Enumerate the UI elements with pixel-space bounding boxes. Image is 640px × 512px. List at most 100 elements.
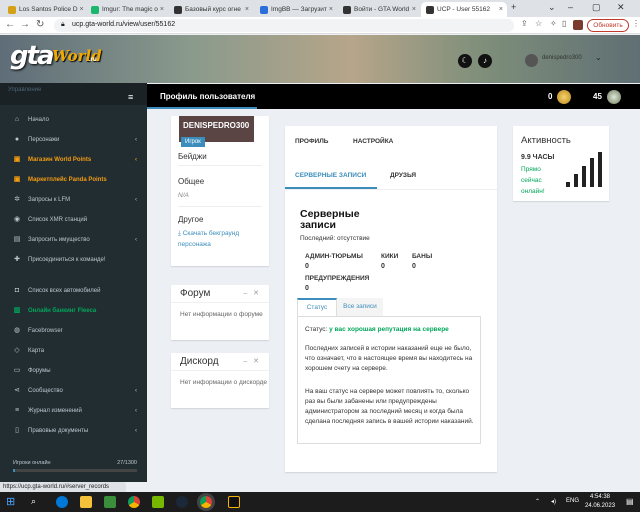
minimize-button[interactable]: – [568,2,573,12]
download-background-link[interactable]: ⤓ Скачать бекграунд персонажа [178,228,264,250]
volume-icon[interactable]: ◂) [551,498,556,505]
user-avatar[interactable] [525,54,538,67]
chrome-active-icon[interactable] [200,496,212,508]
steam-icon[interactable] [176,496,188,508]
close-window-button[interactable]: ✕ [617,2,625,13]
night-mode-icon[interactable]: ☾ [458,54,472,68]
sidebar-item[interactable]: ▭ Форумы [0,363,147,378]
notifications-icon[interactable]: ▤ [626,497,634,506]
browser-tab[interactable]: Базовый курс огне × [169,2,253,17]
tray-date[interactable]: 24.06.2023 [585,503,615,509]
sidebar-item[interactable]: ● Персонажи ‹ [0,132,147,147]
header-username[interactable]: denispedro300 [542,55,582,61]
sidebar-item[interactable]: ◘ Список всех автомобилей [0,283,147,298]
collapse-icon[interactable]: – [243,290,247,297]
tray-chevron-icon[interactable]: ⌃ [535,498,540,505]
tab-profile[interactable]: ПРОФИЛЬ [295,138,328,145]
sidebar-item-label: Список всех автомобилей [28,287,101,294]
sidepanel-icon[interactable]: ▯ [562,19,566,28]
sidebar-item[interactable]: ⌂ Начало [0,112,147,127]
notification-bell-icon[interactable]: ♪ [478,54,492,68]
windows-start-icon[interactable]: ⊞ [6,495,18,508]
panda-points-count: 45 [593,92,602,101]
players-online-bar [13,469,137,472]
sidebar-item[interactable]: ◇ Карта [0,343,147,358]
logo-suffix-text: .ru [89,57,97,63]
search-icon[interactable]: ⌕ [31,496,43,508]
tray-language[interactable]: ENG [566,498,579,504]
close-tab-icon[interactable]: × [158,6,164,13]
url-input[interactable]: 🔒︎ ucp.gta-world.ru/view/user/55162 [54,19,514,32]
close-tab-icon[interactable]: × [497,6,503,13]
close-tab-icon[interactable]: × [243,6,249,13]
logo-main-text: gta [10,41,55,71]
collapse-icon[interactable]: – [243,358,247,365]
chevron-down-icon[interactable]: ⌄ [595,53,602,62]
reload-button[interactable]: ↻ [36,19,44,30]
back-button[interactable]: ← [5,19,15,30]
tab-settings[interactable]: НАСТРОЙКА [353,138,393,145]
close-icon[interactable]: ✕ [253,358,259,365]
tab-label: ImgBB — Загрузит [271,6,327,13]
profile-avatar[interactable] [573,20,583,30]
tab-friends[interactable]: ДРУЗЬЯ [390,172,416,179]
sidebar-item[interactable]: ▥ Онлайн банкинг Fleeca [0,303,147,318]
sidebar-item-label: Журнал изменений [28,407,82,414]
badges-label: Бейджи [178,152,207,161]
world-points-coin-icon [557,90,571,104]
browser-tab[interactable]: Войти - GTA World × [338,2,420,17]
sidebar-toggle-icon[interactable]: ≡ [128,92,133,102]
subtab-all-records[interactable]: Все записи [337,298,383,316]
forward-button[interactable]: → [20,19,30,30]
close-icon[interactable]: ✕ [253,290,259,297]
sidebar-item[interactable]: ⋖ Сообщество ‹ [0,383,147,398]
browser-tab[interactable]: UCP - User 55162 × [421,2,507,17]
sidebar-item[interactable]: ◉ Список XMR станций [0,212,147,227]
sidebar-item-label: Список XMR станций [28,216,88,223]
activity-bar [598,152,602,187]
close-tab-icon[interactable]: × [327,6,333,13]
status-value: у вас хорошая репутация на сервере [329,326,449,333]
chrome-icon[interactable] [128,496,140,508]
new-tab-button[interactable]: + [511,2,516,12]
tab-server-records[interactable]: СЕРВЕРНЫЕ ЗАПИСИ [295,172,366,179]
stat-value: 0 [305,263,309,270]
user-plus-icon: ✚ [14,255,20,263]
sidebar-item[interactable]: ≡ Журнал изменений ‹ [0,403,147,418]
tab-label: Войти - GTA World [354,6,410,13]
browser-tab[interactable]: Imgur: The magic o × [86,2,168,17]
browser-tab[interactable]: Los Santos Police D × [3,2,85,17]
close-tab-icon[interactable]: × [410,6,416,13]
chevron-left-icon: ‹ [135,196,137,203]
store-icon[interactable] [104,496,116,508]
sidebar-item[interactable]: ▯ Правовые документы ‹ [0,423,147,438]
tab-search-icon[interactable]: ⌄ [548,2,556,13]
sidebar-item[interactable]: ✲ Запросы к LFM ‹ [0,192,147,207]
globe-icon: ◍ [13,326,21,334]
cart-icon: ▣ [13,175,21,183]
sidebar-item[interactable]: ✚ Присоединиться к команде! [0,252,147,267]
tab-label: Los Santos Police D [19,6,78,13]
update-button[interactable]: Обновить [587,19,629,32]
file-explorer-icon[interactable] [80,496,92,508]
sidebar-item[interactable]: ▣ Магазин World Points ‹ [0,152,147,167]
tab-favicon-icon [260,5,268,14]
rockstar-icon[interactable] [228,496,240,508]
share-icon[interactable]: ⇪ [521,19,528,28]
lock-icon: 🔒︎ [61,21,65,28]
sidebar-item[interactable]: ▤ Запросить имущество ‹ [0,232,147,247]
subtab-status[interactable]: Статус [297,298,337,316]
doc-icon: ▯ [15,426,19,434]
maximize-button[interactable]: ▢ [592,2,601,13]
tray-time[interactable]: 4:54:38 [590,494,610,500]
extensions-icon[interactable]: ✧ [550,19,557,28]
sidebar-item[interactable]: ▣ Маркетплейс Panda Points [0,172,147,187]
edge-icon[interactable] [56,496,68,508]
close-tab-icon[interactable]: × [78,6,84,13]
browser-tab[interactable]: ImgBB — Загрузит × [255,2,337,17]
menu-dots-icon[interactable]: ⋮ [632,19,640,28]
bookmark-star-icon[interactable]: ☆ [535,19,542,28]
nvidia-icon[interactable] [152,496,164,508]
site-logo[interactable]: gta World .ru [10,41,102,73]
sidebar-item[interactable]: ◍ Facebrowser [0,323,147,338]
